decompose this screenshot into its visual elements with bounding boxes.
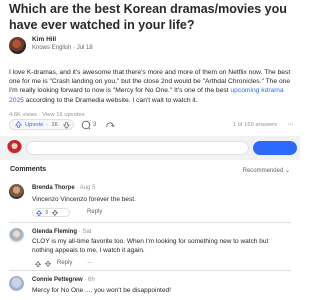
comment-author-name[interactable]: Brenda Thorpe [32,185,75,191]
sort-dropdown[interactable]: Recommended ⌄ [243,167,290,174]
upvote-arrow-icon[interactable] [36,209,42,216]
avatar[interactable] [9,37,26,54]
author-name[interactable]: Kim Hill [32,36,56,43]
add-comment-button[interactable] [253,141,297,155]
author-date[interactable]: Jul 18 [77,45,93,51]
comment-vote-control[interactable]: 3 [32,208,70,217]
comment-actions: 3 Reply [32,208,182,218]
comment-author: Brenda Thorpe · Aug 5 [32,185,95,191]
comments-heading: Comments [10,166,47,173]
downvote-arrow-icon[interactable] [63,122,70,129]
comment-text: Vincenzo Vincenzo forever the best. [32,196,136,203]
answer-text-part2: according to the Dramedia website. I can… [23,96,198,104]
upvote-button[interactable]: Upvote · 16 [9,119,74,130]
comment-date[interactable]: Sat [82,229,91,235]
downvote-arrow-icon[interactable] [45,260,51,267]
comment-text: CLOY is my all-time favorite too. When I… [32,238,269,255]
answer-position: 1 of 169 answers [232,122,277,128]
upvote-separator: · [46,121,49,128]
comment-divider [9,222,291,223]
comment-count: 3 [93,122,97,128]
comment-input[interactable] [26,141,249,155]
comment-icon[interactable] [81,120,91,130]
upvote-arrow-icon [15,121,22,128]
answer-stats: 4.6K views · View 16 upvotes [9,112,85,118]
comment-date[interactable]: Aug 5 [80,185,96,191]
comment-author: Glenda Fleming · Sat [32,229,91,235]
downvote-arrow-icon[interactable] [52,209,59,216]
reply-button[interactable]: Reply [57,260,72,266]
comment-vote-count: 3 [45,209,49,216]
stats-separator: · [38,112,41,118]
current-user-avatar [7,140,22,155]
comment-author: Connie Pettegrew · 6h [32,277,95,283]
upvote-count: 16 [51,121,58,128]
answer-text: I love K-dramas, and it's awesome that t… [9,68,293,105]
comment-text: Mercy for No One .... you won't be disap… [32,287,171,294]
comment-author-name[interactable]: Glenda Fleming [32,229,77,235]
add-comment-bar [0,136,300,160]
comment-divider [9,270,291,271]
upvote-label: Upvote [25,121,44,128]
comment-actions: Reply ··· [32,259,182,269]
avatar[interactable] [9,276,24,291]
reply-button[interactable]: Reply [87,209,102,215]
more-options-icon[interactable]: ··· [288,121,294,128]
author-credential: Knows English [32,45,72,51]
avatar[interactable] [9,228,24,243]
question-title[interactable]: Which are the best Korean dramas/movies … [9,2,293,33]
views-count: 4.6K views [9,112,38,118]
chevron-down-icon: ⌄ [284,168,290,174]
avatar[interactable] [9,184,24,199]
author-meta: Knows English · Jul 18 [32,45,93,51]
view-upvotes-link[interactable]: View 16 upvotes [42,112,84,118]
more-options-icon[interactable]: ··· [87,259,93,266]
upvote-arrow-icon[interactable] [35,260,41,267]
comment-date[interactable]: 6h [88,277,95,283]
share-icon[interactable] [105,120,115,130]
sort-label: Recommended [242,168,284,174]
comment-author-name[interactable]: Connie Pettegrew [32,277,83,283]
answer-action-bar: Upvote · 16 3 1 of 169 answers ··· [9,119,293,131]
